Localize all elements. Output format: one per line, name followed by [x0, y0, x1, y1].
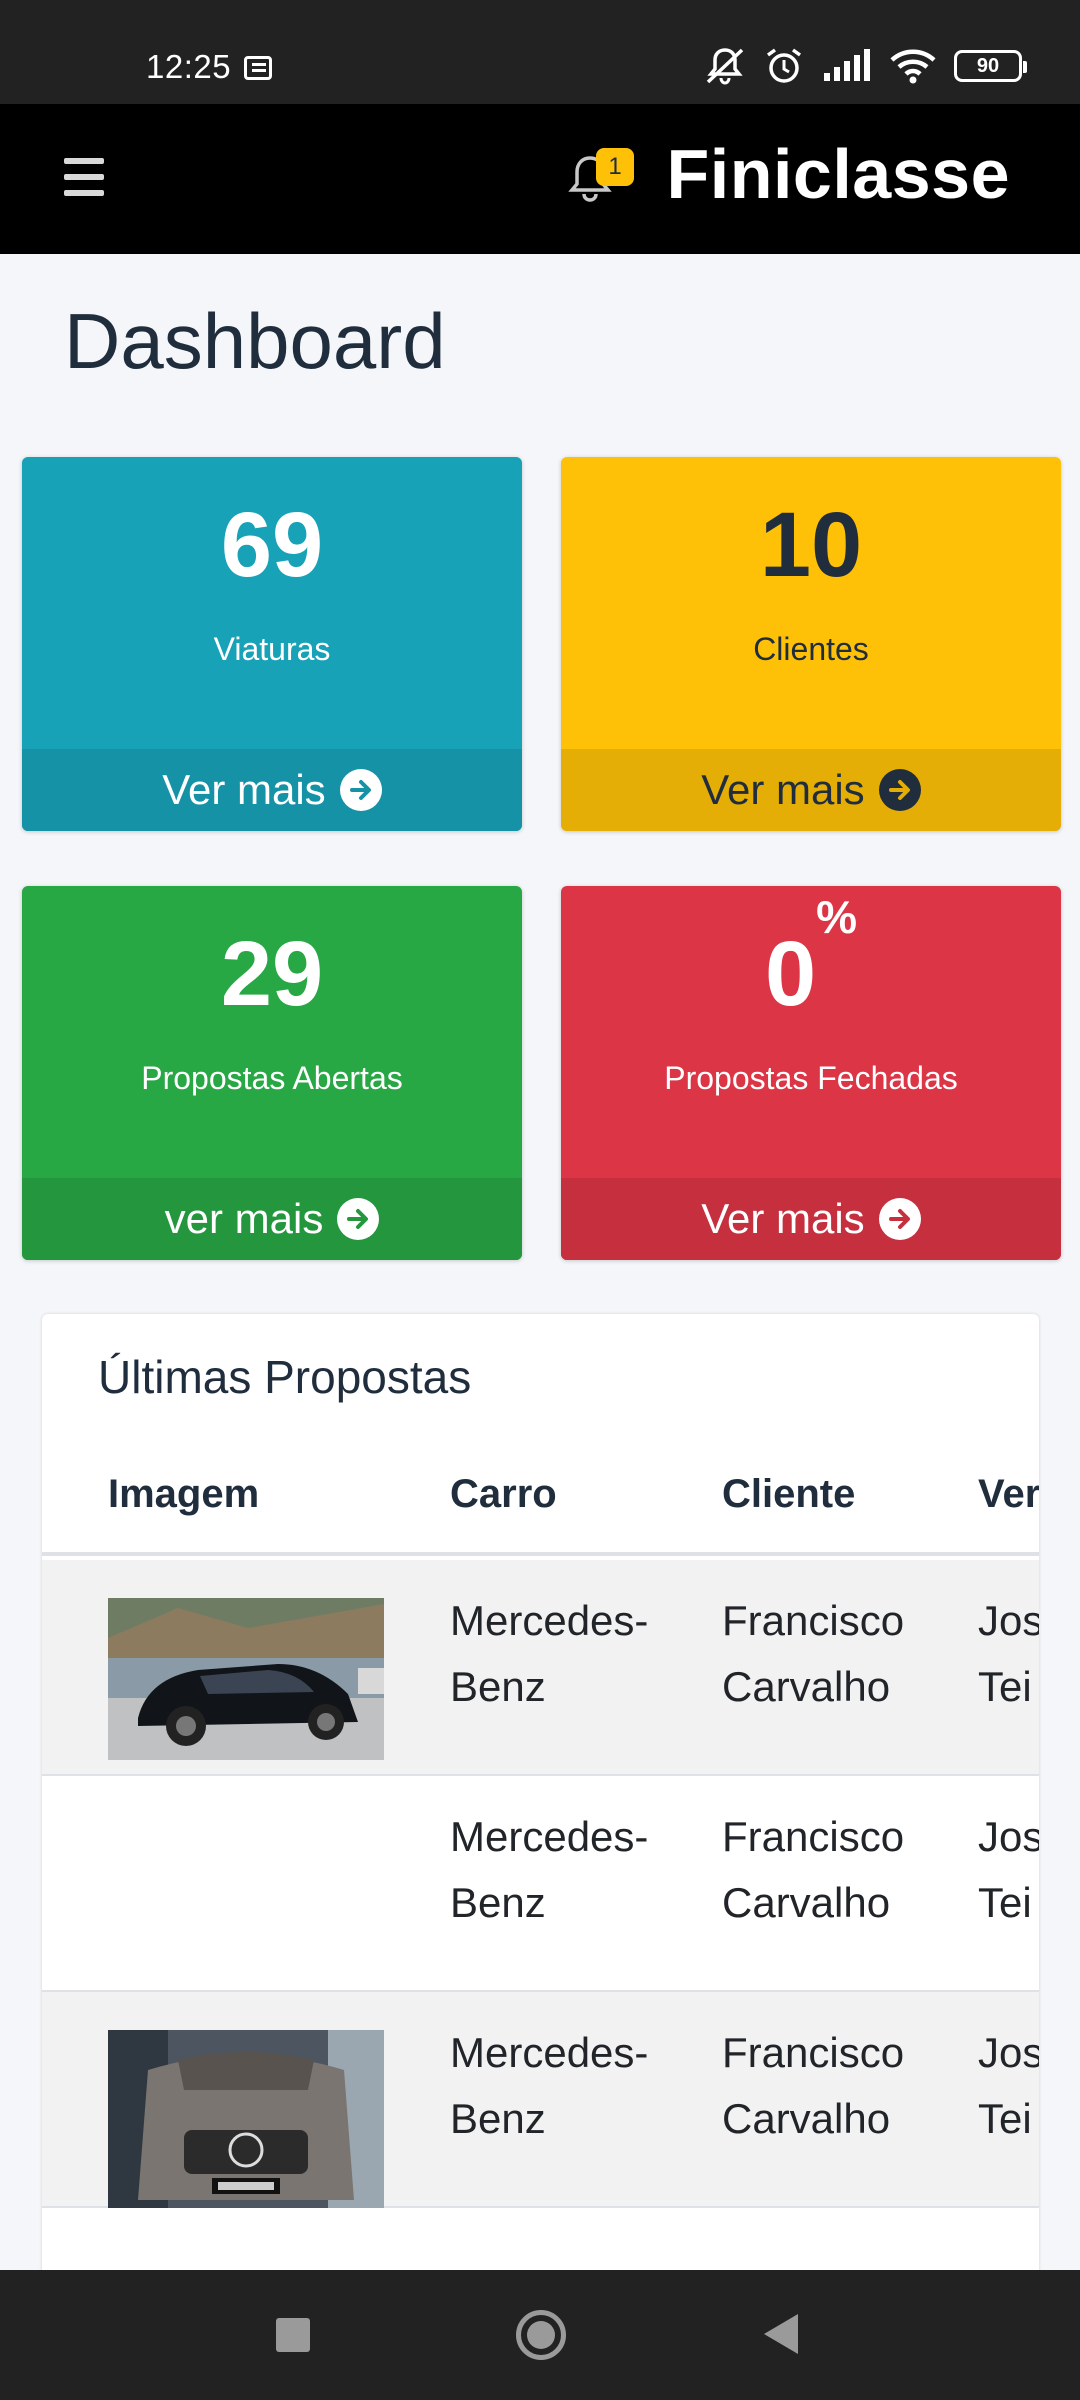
column-header-vendedor: Ver	[978, 1472, 1039, 1516]
stat-value: 29	[220, 923, 324, 1025]
top-navbar: 1 Finiclasse	[0, 104, 1080, 254]
battery-icon: 90	[954, 50, 1027, 82]
recents-button[interactable]	[276, 2318, 310, 2352]
stat-value: 69	[220, 494, 324, 596]
mute-icon	[706, 48, 744, 85]
table-row[interactable]: Mercedes- Benz Francisco Carvalho Jos Te…	[42, 1992, 1039, 2208]
stat-label: Clientes	[753, 631, 869, 667]
page-title: Dashboard	[64, 297, 446, 385]
stat-label: Propostas Abertas	[141, 1060, 403, 1096]
arrow-right-circle-icon	[878, 1198, 921, 1240]
stat-box-clientes: 10 Clientes Ver mais	[561, 457, 1061, 831]
car-cell: Mercedes- Benz	[450, 1813, 649, 1926]
ver-mais-link[interactable]: ver mais	[22, 1178, 522, 1260]
stat-number: 0	[764, 923, 817, 1025]
stat-box-viaturas: 69 Viaturas Ver mais	[22, 457, 522, 831]
notification-badge: 1	[596, 148, 634, 186]
ver-mais-link[interactable]: Ver mais	[22, 749, 522, 831]
arrow-right-circle-icon	[339, 769, 382, 811]
client-cell: Francisco Carvalho	[722, 2029, 905, 2142]
latest-proposals-card: Últimas Propostas Imagem Carro Cliente V…	[42, 1314, 1039, 2274]
hamburger-icon[interactable]	[64, 158, 104, 196]
brand-logo[interactable]: Finiclasse	[666, 134, 1010, 214]
ver-mais-label: Ver mais	[701, 766, 865, 813]
seller-cell: Jos Tei	[978, 1813, 1039, 1926]
alarm-icon	[766, 48, 802, 83]
card-title: Últimas Propostas	[98, 1351, 472, 1403]
car-cell: Mercedes- Benz	[450, 2029, 649, 2142]
client-cell: Francisco Carvalho	[722, 1597, 905, 1710]
seller-cell: Jos Tei	[978, 1597, 1039, 1710]
column-header-carro: Carro	[450, 1472, 557, 1516]
column-header-cliente: Cliente	[722, 1472, 856, 1516]
status-bar: 12:25 90	[0, 0, 1080, 104]
status-icons: 90	[704, 46, 1027, 86]
table-header: Imagem Carro Cliente Ver	[42, 1432, 1039, 1556]
stat-box-propostas-fechadas: 0% Propostas Fechadas Ver mais	[561, 886, 1061, 1260]
ver-mais-label: ver mais	[164, 1195, 324, 1242]
back-button[interactable]	[764, 2314, 798, 2354]
column-header-imagem: Imagem	[108, 1472, 260, 1516]
table-row[interactable]: Mercedes- Benz Francisco Carvalho Jos Te…	[42, 1776, 1039, 1992]
ver-mais-link[interactable]: Ver mais	[561, 1178, 1061, 1260]
percent-suffix: %	[816, 891, 858, 944]
ver-mais-label: Ver mais	[701, 1195, 865, 1242]
car-image	[108, 2030, 384, 2208]
arrow-right-circle-icon	[878, 769, 921, 811]
notification-icon	[244, 56, 272, 80]
ver-mais-link[interactable]: Ver mais	[561, 749, 1061, 831]
wifi-icon	[890, 49, 936, 84]
status-time: 12:25	[146, 48, 232, 85]
arrow-right-circle-icon	[337, 1198, 380, 1240]
table-row[interactable]: Mercedes- Benz Francisco Carvalho Jos Te…	[42, 1560, 1039, 1776]
stat-value: 10	[759, 494, 863, 596]
signal-icon	[824, 49, 870, 81]
home-button[interactable]	[516, 2310, 566, 2360]
system-navigation-bar	[0, 2270, 1080, 2400]
stat-box-propostas-abertas: 29 Propostas Abertas ver mais	[22, 886, 522, 1260]
seller-cell: Jos Tei	[978, 2029, 1039, 2142]
ver-mais-label: Ver mais	[162, 766, 326, 813]
stat-label: Viaturas	[213, 631, 331, 667]
car-image	[108, 1598, 384, 1760]
client-cell: Francisco Carvalho	[722, 1813, 905, 1926]
car-cell: Mercedes- Benz	[450, 1597, 649, 1710]
stat-label: Propostas Fechadas	[664, 1060, 958, 1096]
stat-value: 0%	[561, 891, 1061, 1027]
